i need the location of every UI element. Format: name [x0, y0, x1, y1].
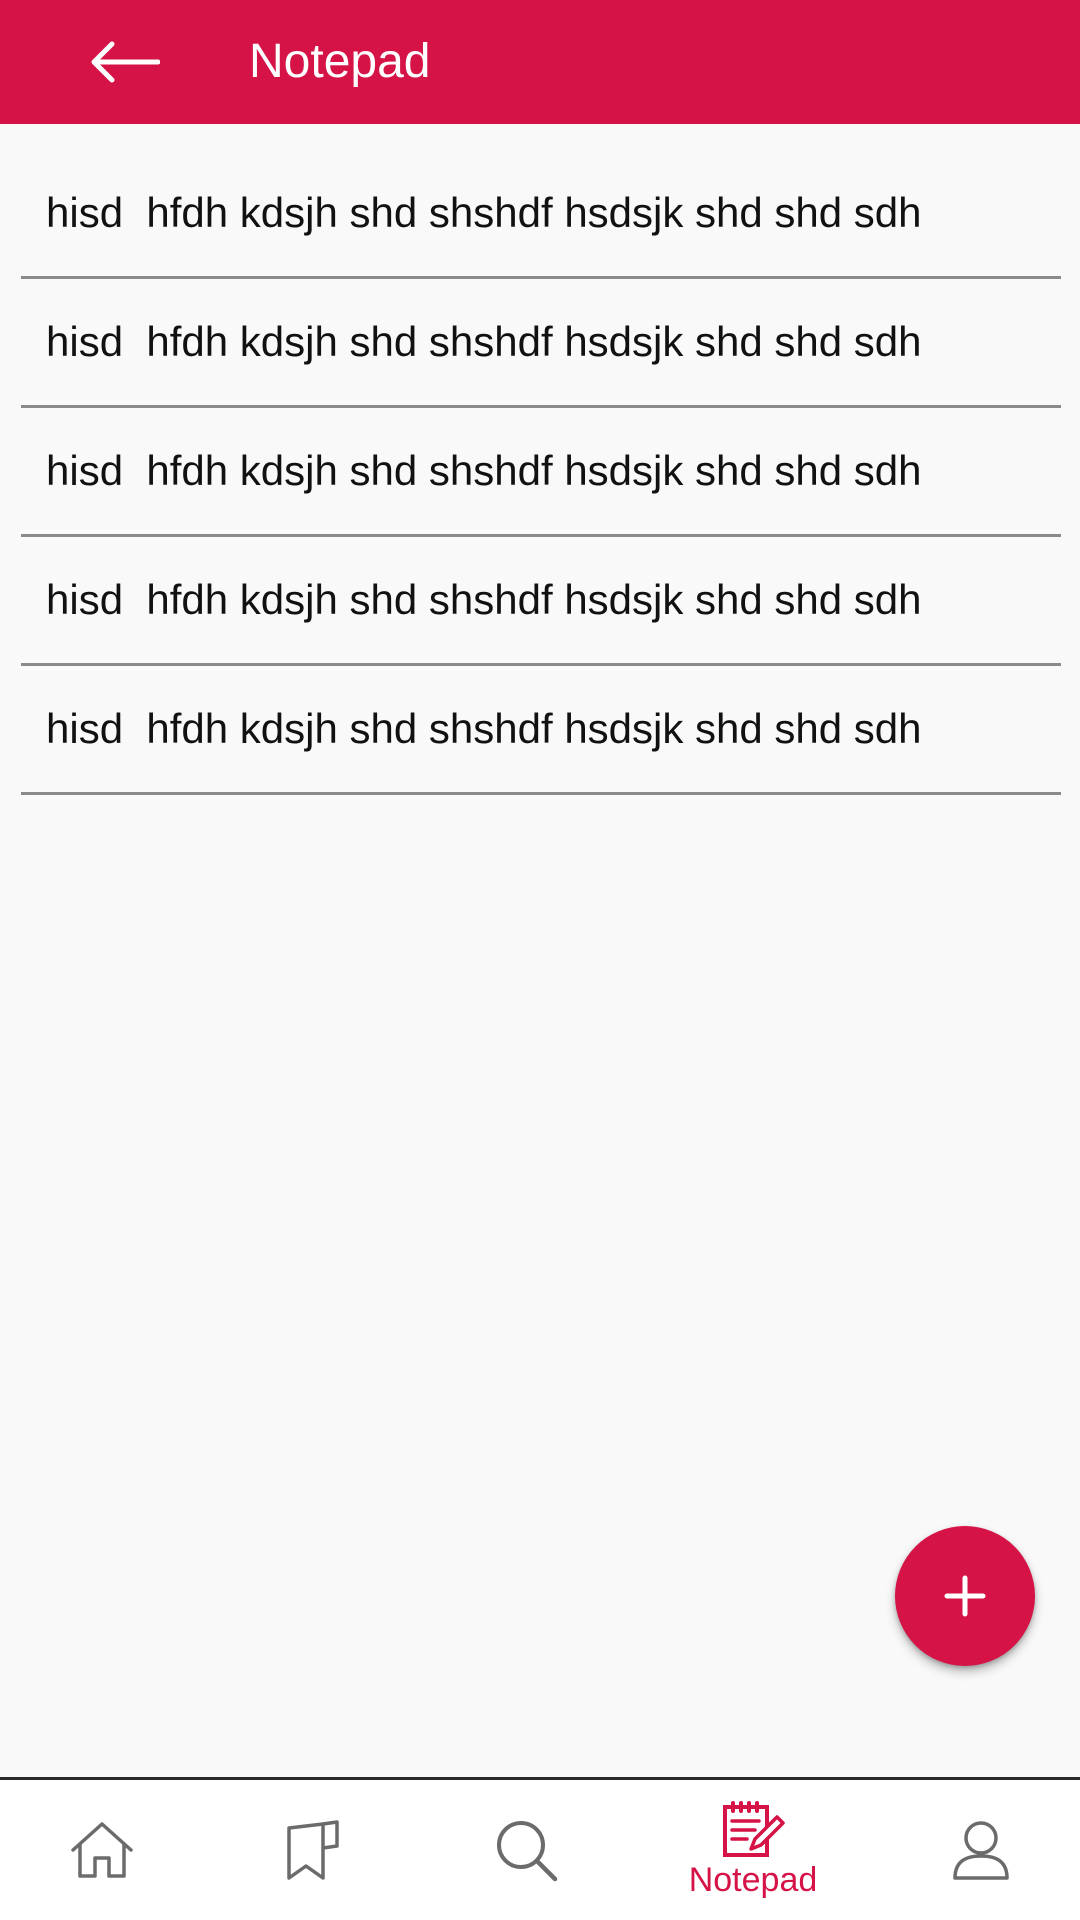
back-button[interactable]: [74, 26, 174, 98]
nav-item-search[interactable]: [436, 1780, 616, 1920]
plus-icon: [944, 1575, 986, 1617]
note-list-item[interactable]: hisd hfdh kdsjh shd shshdf hsdsjk shd sh…: [21, 408, 1061, 537]
home-icon: [71, 1822, 133, 1878]
note-list-item[interactable]: hisd hfdh kdsjh shd shshdf hsdsjk shd sh…: [21, 279, 1061, 408]
note-list-item[interactable]: hisd hfdh kdsjh shd shshdf hsdsjk shd sh…: [21, 666, 1061, 795]
search-icon: [497, 1821, 558, 1882]
profile-icon: [953, 1821, 1009, 1880]
nav-item-profile[interactable]: [891, 1780, 1071, 1920]
note-list-item[interactable]: hisd hfdh kdsjh shd shshdf hsdsjk shd sh…: [21, 150, 1061, 279]
nav-item-notepad[interactable]: Notepad: [663, 1780, 843, 1920]
bottom-navigation: Notepad: [0, 1777, 1080, 1920]
page-title: Notepad: [249, 35, 431, 88]
note-list: hisd hfdh kdsjh shd shshdf hsdsjk shd sh…: [21, 150, 1061, 795]
nav-item-bookmark[interactable]: [223, 1780, 403, 1920]
app-bar: Notepad: [0, 0, 1080, 124]
add-note-button[interactable]: [895, 1526, 1035, 1666]
note-list-item[interactable]: hisd hfdh kdsjh shd shshdf hsdsjk shd sh…: [21, 537, 1061, 666]
nav-item-label: Notepad: [688, 1860, 818, 1899]
bookmark-icon: [287, 1820, 339, 1880]
nav-item-home[interactable]: [12, 1780, 192, 1920]
arrow-left-icon: [91, 41, 160, 83]
notepad-icon: [723, 1800, 785, 1857]
